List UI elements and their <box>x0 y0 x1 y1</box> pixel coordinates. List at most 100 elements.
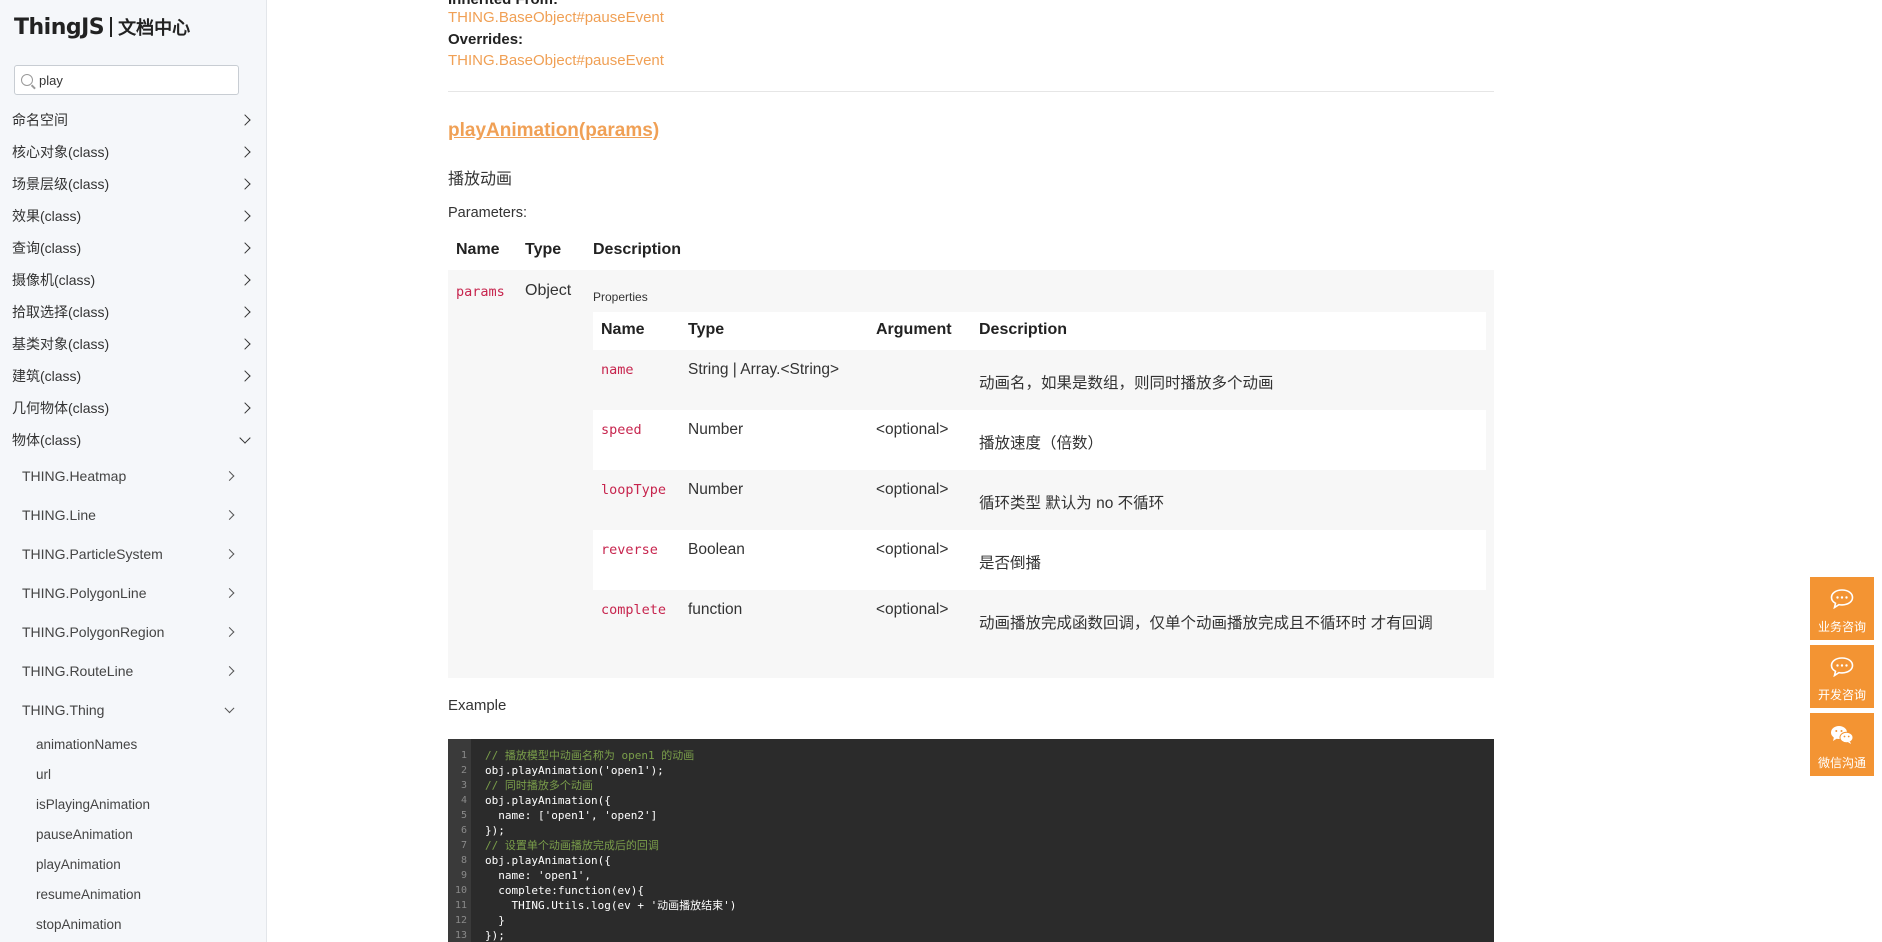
properties-label: Properties <box>593 290 648 304</box>
method-title-link[interactable]: playAnimation(params) <box>448 120 659 142</box>
sidebar-subitem-label: THING.PolygonLine <box>22 584 147 601</box>
line-number: 5 <box>460 810 467 821</box>
table-row: speed Number <optional> 播放速度（倍数） <box>593 410 1486 470</box>
sidebar-item-label: 几何物体(class) <box>12 400 110 416</box>
line-number: 1 <box>460 750 467 761</box>
sidebar-leaf-pause-animation[interactable]: pauseAnimation <box>0 819 266 849</box>
code-text: name: ['open1', 'open2'] <box>485 809 658 822</box>
business-consult-button[interactable]: 业务咨询 <box>1810 577 1874 640</box>
sidebar-item-objects[interactable]: 物体(class) <box>0 424 266 456</box>
param-name: params <box>456 284 505 300</box>
float-button-label: 业务咨询 <box>1817 620 1866 634</box>
inherited-link[interactable]: THING.BaseObject#pauseEvent <box>448 9 664 26</box>
code-text: obj.playAnimation({ <box>485 854 611 867</box>
header-type: Type <box>525 241 562 258</box>
header-type: Type <box>688 321 725 338</box>
table-row: loopType Number <optional> 循环类型 默认为 no 不… <box>593 470 1486 530</box>
table-row: reverse Boolean <optional> 是否倒播 <box>593 530 1486 590</box>
line-number: 8 <box>460 855 467 866</box>
sidebar-item-scene-levels[interactable]: 场景层级(class) <box>0 168 266 200</box>
code-example[interactable]: 1 // 播放模型中动画名称为 open1 的动画 2 obj.playAnimat… <box>448 739 1494 942</box>
line-number: 11 <box>454 900 467 911</box>
sidebar-item-label: 命名空间 <box>12 112 68 128</box>
code-text: obj.playAnimation('open1'); <box>485 764 664 777</box>
sidebar-leaf-stop-animation[interactable]: stopAnimation <box>0 909 266 939</box>
sidebar-subitem-line[interactable]: THING.Line <box>0 495 266 534</box>
sidebar-item-label: 场景层级(class) <box>12 176 110 192</box>
prop-description: 动画播放完成函数回调，仅单个动画播放完成且不循环时 才有回调 <box>979 615 1433 632</box>
logo[interactable]: ThingJS 文档中心 <box>14 12 190 42</box>
code-text: // 同时播放多个动画 <box>485 779 593 792</box>
sidebar-item-label: 摄像机(class) <box>12 272 96 288</box>
dev-consult-button[interactable]: 开发咨询 <box>1810 645 1874 708</box>
sidebar-item-label: 核心对象(class) <box>12 144 110 160</box>
prop-name: loopType <box>601 482 667 498</box>
overrides-link[interactable]: THING.BaseObject#pauseEvent <box>448 52 664 69</box>
prop-type: String | Array.<String> <box>688 361 840 378</box>
sidebar-item-namespace[interactable]: 命名空间 <box>0 104 266 136</box>
sidebar-leaf-url[interactable]: url <box>0 759 266 789</box>
header-description: Description <box>979 321 1068 338</box>
sidebar-item-camera[interactable]: 摄像机(class) <box>0 264 266 296</box>
code-text: // 设置单个动画播放完成后的回调 <box>485 839 659 852</box>
properties-table: Name Type Argument Description name Stri… <box>593 312 1486 650</box>
header-name: Name <box>601 321 645 338</box>
sidebar-subitem-polygon-line[interactable]: THING.PolygonLine <box>0 573 266 612</box>
logo-main: ThingJS <box>14 14 105 40</box>
parameters-table-header: Name Type Description <box>448 232 1494 270</box>
inherited-label: Inherited From: <box>448 0 558 8</box>
sidebar-leaf-play-animation[interactable]: playAnimation <box>0 849 266 879</box>
chevron-right-icon <box>239 210 251 222</box>
properties-table-header: Name Type Argument Description <box>593 312 1486 350</box>
sidebar-subitem-label: THING.ParticleSystem <box>22 545 163 562</box>
float-button-label: 微信沟通 <box>1817 756 1866 770</box>
sidebar-subitem-label: THING.RouteLine <box>22 662 134 679</box>
sidebar-item-label: 查询(class) <box>12 240 82 256</box>
code-text: THING.Utils.log(ev + '动画播放结束') <box>485 899 737 912</box>
sidebar-subitem-thing[interactable]: THING.Thing <box>0 690 266 729</box>
sidebar-leaf-is-playing-animation[interactable]: isPlayingAnimation <box>0 789 266 819</box>
sidebar-subitem-route-line[interactable]: THING.RouteLine <box>0 651 266 690</box>
chevron-right-icon <box>239 114 251 126</box>
wechat-icon <box>1831 726 1854 744</box>
code-text: complete:function(ev){ <box>485 884 644 897</box>
sidebar-item-query[interactable]: 查询(class) <box>0 232 266 264</box>
chat-icon <box>1830 657 1854 677</box>
code-text: } <box>485 914 505 927</box>
code-text: // 播放模型中动画名称为 open1 的动画 <box>485 749 695 762</box>
line-number: 10 <box>454 885 467 896</box>
sidebar-leaf-resume-animation[interactable]: resumeAnimation <box>0 879 266 909</box>
chevron-right-icon <box>224 665 235 676</box>
sidebar-item-label: 效果(class) <box>12 208 82 224</box>
code-text: }); <box>485 824 505 837</box>
table-row: complete function <optional> 动画播放完成函数回调，… <box>593 590 1486 650</box>
sidebar-item-base-objects[interactable]: 基类对象(class) <box>0 328 266 360</box>
parameters-label: Parameters: <box>448 205 527 221</box>
line-number: 3 <box>460 780 467 791</box>
sidebar-leaf-animation-names[interactable]: animationNames <box>0 729 266 759</box>
sidebar-item-core-objects[interactable]: 核心对象(class) <box>0 136 266 168</box>
param-type: Object <box>525 282 572 299</box>
prop-argument: <optional> <box>876 601 949 618</box>
sidebar-subitem-particle-system[interactable]: THING.ParticleSystem <box>0 534 266 573</box>
doc-content: Inherited From: THING.BaseObject#pauseEv… <box>448 0 1494 942</box>
sidebar-nav: 命名空间 核心对象(class) 场景层级(class) 效果(class) 查… <box>0 104 266 939</box>
line-number: 13 <box>454 930 467 941</box>
sidebar-subitem-polygon-region[interactable]: THING.PolygonRegion <box>0 612 266 651</box>
wechat-button[interactable]: 微信沟通 <box>1810 713 1874 776</box>
sidebar-subitem-heatmap[interactable]: THING.Heatmap <box>0 456 266 495</box>
sidebar-item-effects[interactable]: 效果(class) <box>0 200 266 232</box>
search-input[interactable] <box>39 72 229 88</box>
code-text: }); <box>485 929 505 942</box>
search-icon <box>21 74 33 86</box>
chat-icon <box>1830 589 1854 609</box>
sidebar-item-geometry[interactable]: 几何物体(class) <box>0 392 266 424</box>
sidebar-item-building[interactable]: 建筑(class) <box>0 360 266 392</box>
logo-subtitle: 文档中心 <box>118 18 191 38</box>
chevron-right-icon <box>239 306 251 318</box>
sidebar-item-label: 基类对象(class) <box>12 336 110 352</box>
sidebar-item-picking[interactable]: 拾取选择(class) <box>0 296 266 328</box>
header-description: Description <box>593 241 682 258</box>
chevron-right-icon <box>239 178 251 190</box>
chevron-right-icon <box>224 587 235 598</box>
